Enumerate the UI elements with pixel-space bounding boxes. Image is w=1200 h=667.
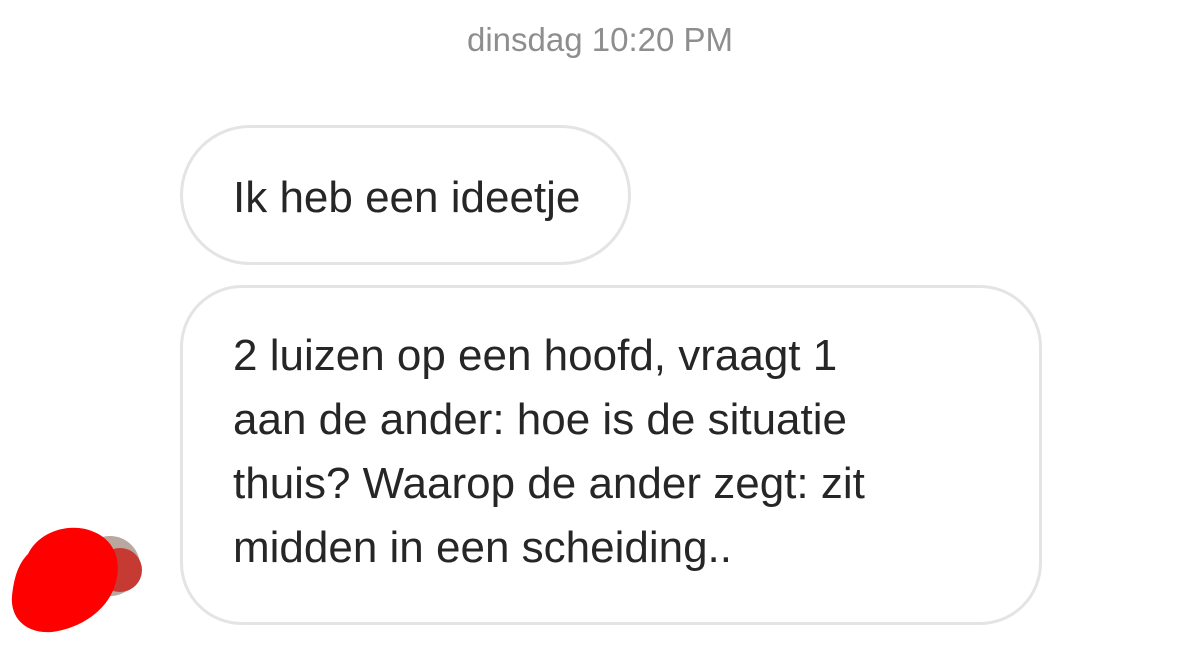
message-text-line: aan de ander: hoe is de situatie	[233, 395, 848, 444]
message-bubble-1[interactable]: Ik heb een ideetje	[180, 125, 632, 265]
message-text-line: midden in een scheiding..	[233, 523, 732, 572]
message-timestamp: dinsdag 10:20 PM	[466, 21, 733, 58]
message-bubble-2[interactable]: 2 luizen op een hoofd, vraagt 1 aan de a…	[180, 285, 1042, 625]
avatar-redacted-icon	[11, 527, 142, 633]
message-text-line: Ik heb een ideetje	[233, 173, 581, 222]
avatar[interactable]	[10, 522, 142, 634]
message-text-line: 2 luizen op een hoofd, vraagt 1	[233, 331, 838, 380]
message-text-line: thuis? Waarop de ander zegt: zit	[233, 459, 865, 508]
